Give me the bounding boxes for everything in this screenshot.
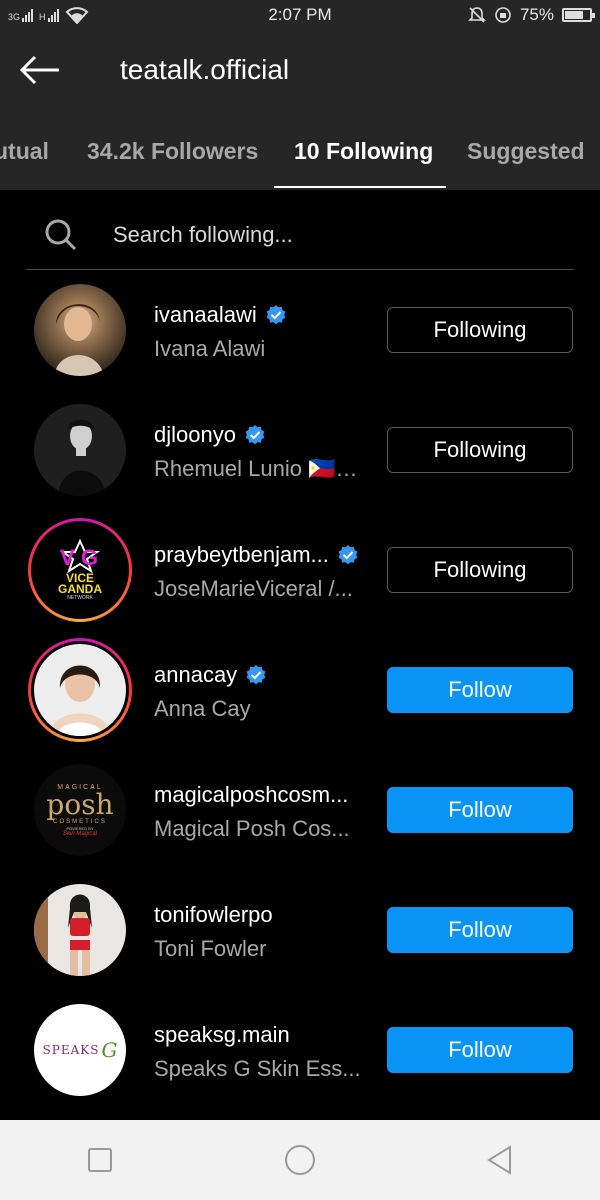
svg-text:G: G <box>81 545 98 570</box>
verified-badge-icon <box>245 425 265 445</box>
battery-icon <box>562 8 595 22</box>
status-bar: 3G H 2:07 PM 75% <box>0 0 600 30</box>
portrait-icon <box>48 665 112 736</box>
speaks-g-logo: SPEAKS G <box>34 1004 126 1096</box>
portrait-icon <box>34 884 92 976</box>
follow-button[interactable]: Follow <box>387 907 573 953</box>
home-icon <box>285 1145 315 1175</box>
following-button[interactable]: Following <box>387 547 573 593</box>
follow-button[interactable]: Follow <box>387 787 573 833</box>
rotation-lock-icon <box>495 7 511 23</box>
tab-followers[interactable]: 34.2k Followers <box>87 110 258 190</box>
logo-text-g: G <box>101 1038 118 1062</box>
avatar-story-ring[interactable]: V G VICE GANDA NETWORK <box>28 518 132 622</box>
silent-bell-icon <box>468 7 486 23</box>
back-triangle-icon <box>487 1145 511 1175</box>
full-name: Magical Posh Cos... <box>154 816 350 841</box>
username-text: speaksg.main <box>154 1022 290 1047</box>
username[interactable]: ivanaalawi <box>154 302 287 328</box>
avatar[interactable] <box>28 878 132 982</box>
follow-button[interactable]: Follow <box>387 1027 573 1073</box>
full-name: JoseMarieViceral /... <box>154 576 353 601</box>
list-item[interactable]: tonifowlerpo Toni Fowler Follow <box>0 870 600 990</box>
tab-mutual[interactable]: utual <box>0 110 49 190</box>
username[interactable]: annacay <box>154 662 267 688</box>
following-button[interactable]: Following <box>387 307 573 353</box>
header: teatalk.official <box>0 30 600 110</box>
verified-badge-icon <box>338 545 358 565</box>
battery-percent: 75% <box>519 5 554 24</box>
vice-ganda-logo: V G VICE GANDA NETWORK <box>34 524 126 616</box>
logo-text-skin-magical: Skin Magical <box>62 830 97 837</box>
full-name: Ivana Alawi <box>154 336 266 361</box>
tab-following[interactable]: 10 Following <box>294 110 433 190</box>
list-item[interactable]: ivanaalawi Ivana Alawi Following <box>0 270 600 390</box>
search-input[interactable] <box>113 221 553 248</box>
username[interactable]: speaksg.main <box>154 1022 290 1048</box>
logo-text-posh: posh <box>46 787 114 821</box>
username[interactable]: djloonyo <box>154 422 266 448</box>
wifi-icon <box>65 7 88 24</box>
tab-suggested[interactable]: Suggested <box>467 110 585 190</box>
logo-text-speaks: SPEAKS <box>42 1043 100 1057</box>
list-item[interactable]: SPEAKS G speaksg.main Speaks G Skin Ess.… <box>0 990 600 1110</box>
list-item[interactable]: djloonyo Rhemuel Lunio 🇵🇭… Following <box>0 390 600 510</box>
username-text: praybeytbenjam... <box>154 542 329 567</box>
search-icon <box>26 200 96 270</box>
username-text: magicalposhcosm... <box>154 782 349 807</box>
logo-text-cosmetics: COSMETICS <box>53 818 107 825</box>
following-button[interactable]: Following <box>387 427 573 473</box>
list-item[interactable]: MAGICAL posh COSMETICS POWERED BY Skin M… <box>0 750 600 870</box>
username-text: annacay <box>154 662 238 687</box>
full-name: Speaks G Skin Ess... <box>154 1056 361 1081</box>
full-name: Rhemuel Lunio 🇵🇭… <box>154 456 358 481</box>
clock: 2:07 PM <box>268 5 332 24</box>
list-item[interactable]: V G VICE GANDA NETWORK praybeytbenjam...… <box>0 510 600 630</box>
verified-badge-icon <box>266 305 286 325</box>
search-bar <box>26 200 574 270</box>
arrow-left-icon <box>19 55 59 85</box>
page-title: teatalk.official <box>120 54 290 85</box>
username[interactable]: praybeytbenjam... <box>154 542 359 568</box>
verified-badge-icon <box>246 665 266 685</box>
full-name: Toni Fowler <box>154 936 267 961</box>
avatar-story-ring[interactable] <box>28 638 132 742</box>
back-nav-button[interactable] <box>470 1130 530 1190</box>
avatar[interactable]: MAGICAL posh COSMETICS POWERED BY Skin M… <box>28 758 132 862</box>
list-item[interactable]: annacay Anna Cay Follow <box>0 630 600 750</box>
network-type-3g: 3G <box>8 12 21 22</box>
recent-apps-button[interactable] <box>70 1130 130 1190</box>
full-name: Anna Cay <box>154 696 251 721</box>
home-button[interactable] <box>270 1130 330 1190</box>
username-text: djloonyo <box>154 422 236 447</box>
username[interactable]: tonifowlerpo <box>154 902 273 928</box>
active-tab-indicator <box>274 186 446 188</box>
logo-text-network: NETWORK <box>67 595 93 601</box>
signal-icon <box>22 8 34 22</box>
avatar[interactable] <box>28 278 132 382</box>
avatar[interactable]: SPEAKS G <box>28 998 132 1102</box>
status-right: 75% <box>392 5 595 25</box>
status-left: 3G H <box>8 6 208 24</box>
signal-icon-2 <box>47 8 59 22</box>
network-type-h: H <box>39 12 46 22</box>
follow-button[interactable]: Follow <box>387 667 573 713</box>
back-button[interactable] <box>0 30 80 110</box>
star-logo-icon: V G <box>59 539 101 573</box>
portrait-icon <box>58 419 106 496</box>
tab-bar: utual 34.2k Followers 10 Following Sugge… <box>0 110 600 190</box>
recent-apps-icon <box>88 1148 112 1172</box>
svg-text:V: V <box>60 545 75 570</box>
username[interactable]: magicalposhcosm... <box>154 782 348 808</box>
username-text: tonifowlerpo <box>154 902 273 927</box>
magical-posh-logo: MAGICAL posh COSMETICS POWERED BY Skin M… <box>34 764 126 856</box>
logo-text-ganda: GANDA <box>58 582 102 596</box>
username-text: ivanaalawi <box>154 302 257 327</box>
system-nav-bar <box>0 1120 600 1200</box>
avatar[interactable] <box>28 398 132 502</box>
portrait-icon <box>54 304 104 376</box>
